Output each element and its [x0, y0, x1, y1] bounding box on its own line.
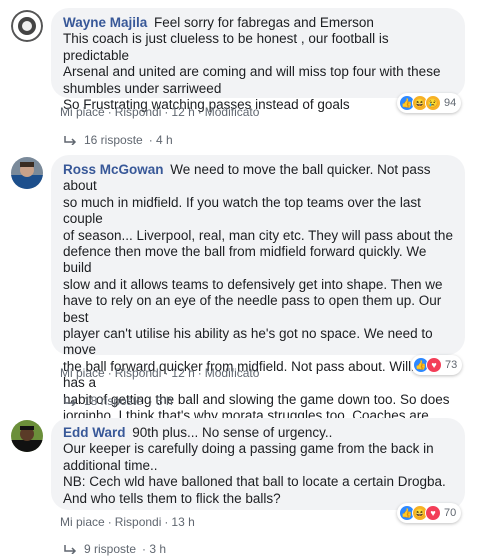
comment-time[interactable]: 12 h: [171, 366, 194, 380]
comment-text-body: Our keeper is carefully doing a passing …: [63, 441, 446, 506]
view-replies[interactable]: 18 risposte · 3 h: [64, 394, 173, 408]
separator: ·: [164, 515, 169, 529]
replies-count[interactable]: 16 risposte: [84, 133, 143, 147]
separator: ·: [164, 105, 169, 119]
separator: ·: [107, 105, 112, 119]
edited-link[interactable]: Modificato: [205, 366, 260, 380]
separator: ·: [197, 105, 202, 119]
comment-bubble: Ross McGowan We need to move the ball qu…: [51, 155, 465, 489]
replies-time-value: 3 h: [149, 542, 167, 556]
replies-time: · 4 h: [148, 133, 173, 147]
reply-link[interactable]: Rispondi: [115, 105, 162, 119]
reactions-summary[interactable]: 👍 😆 ♥ 70: [397, 503, 462, 523]
replies-time: · 3 h: [148, 394, 173, 408]
comment-time[interactable]: 12 h: [171, 105, 194, 119]
avatar-image: [11, 157, 43, 189]
like-link[interactable]: Mi piace: [60, 105, 105, 119]
view-replies[interactable]: 9 risposte · 3 h: [64, 542, 166, 556]
avatar-image: [11, 10, 43, 42]
comment-text: 90th plus... No sense of urgency..: [132, 425, 333, 440]
comment-actions: Mi piace · Rispondi · 13 h: [60, 515, 195, 529]
sad-icon: 😢: [425, 95, 441, 111]
love-icon: ♥: [425, 505, 441, 521]
comment-author[interactable]: Ross McGowan: [63, 162, 164, 177]
reply-link[interactable]: Rispondi: [115, 515, 162, 529]
reactions-summary[interactable]: 👍 ♥ 73: [411, 355, 463, 375]
like-link[interactable]: Mi piace: [60, 515, 105, 529]
replies-time: · 3 h: [142, 542, 167, 556]
comment-author[interactable]: Wayne Majila: [63, 15, 147, 30]
comment-bubble: Edd Ward 90th plus... No sense of urgenc…: [51, 418, 465, 510]
avatar[interactable]: [11, 157, 43, 189]
comment-author[interactable]: Edd Ward: [63, 425, 126, 440]
reaction-count: 94: [444, 97, 457, 109]
replies-count[interactable]: 9 risposte: [84, 542, 136, 556]
replies-time-value: 3 h: [156, 394, 173, 408]
comment-text: Feel sorry for fabregas and Emerson: [154, 15, 374, 30]
reactions-summary[interactable]: 👍 😆 😢 94: [397, 93, 462, 113]
separator: ·: [164, 366, 169, 380]
comment-text-body: This coach is just clueless to be honest…: [63, 31, 441, 113]
reply-link[interactable]: Rispondi: [115, 366, 162, 380]
reply-arrow-icon: [64, 136, 77, 145]
separator: ·: [197, 366, 202, 380]
love-icon: ♥: [426, 357, 442, 373]
avatar[interactable]: [11, 420, 43, 452]
replies-time-value: 4 h: [156, 133, 173, 147]
comment-bubble: Wayne Majila Feel sorry for fabregas and…: [51, 8, 465, 112]
comment-actions: Mi piace · Rispondi · 12 h · Modificato: [60, 366, 259, 380]
reaction-count: 70: [444, 507, 457, 519]
edited-link[interactable]: Modificato: [205, 105, 260, 119]
avatar[interactable]: [11, 10, 43, 42]
like-link[interactable]: Mi piace: [60, 366, 105, 380]
reply-arrow-icon: [64, 545, 77, 554]
reaction-count: 73: [445, 359, 458, 371]
replies-count[interactable]: 18 risposte: [84, 394, 143, 408]
reply-arrow-icon: [64, 397, 77, 406]
separator: ·: [107, 366, 112, 380]
comment-time[interactable]: 13 h: [171, 515, 194, 529]
comment-actions: Mi piace · Rispondi · 12 h · Modificato: [60, 105, 259, 119]
view-replies[interactable]: 16 risposte · 4 h: [64, 133, 173, 147]
separator: ·: [107, 515, 112, 529]
avatar-image: [11, 420, 43, 452]
